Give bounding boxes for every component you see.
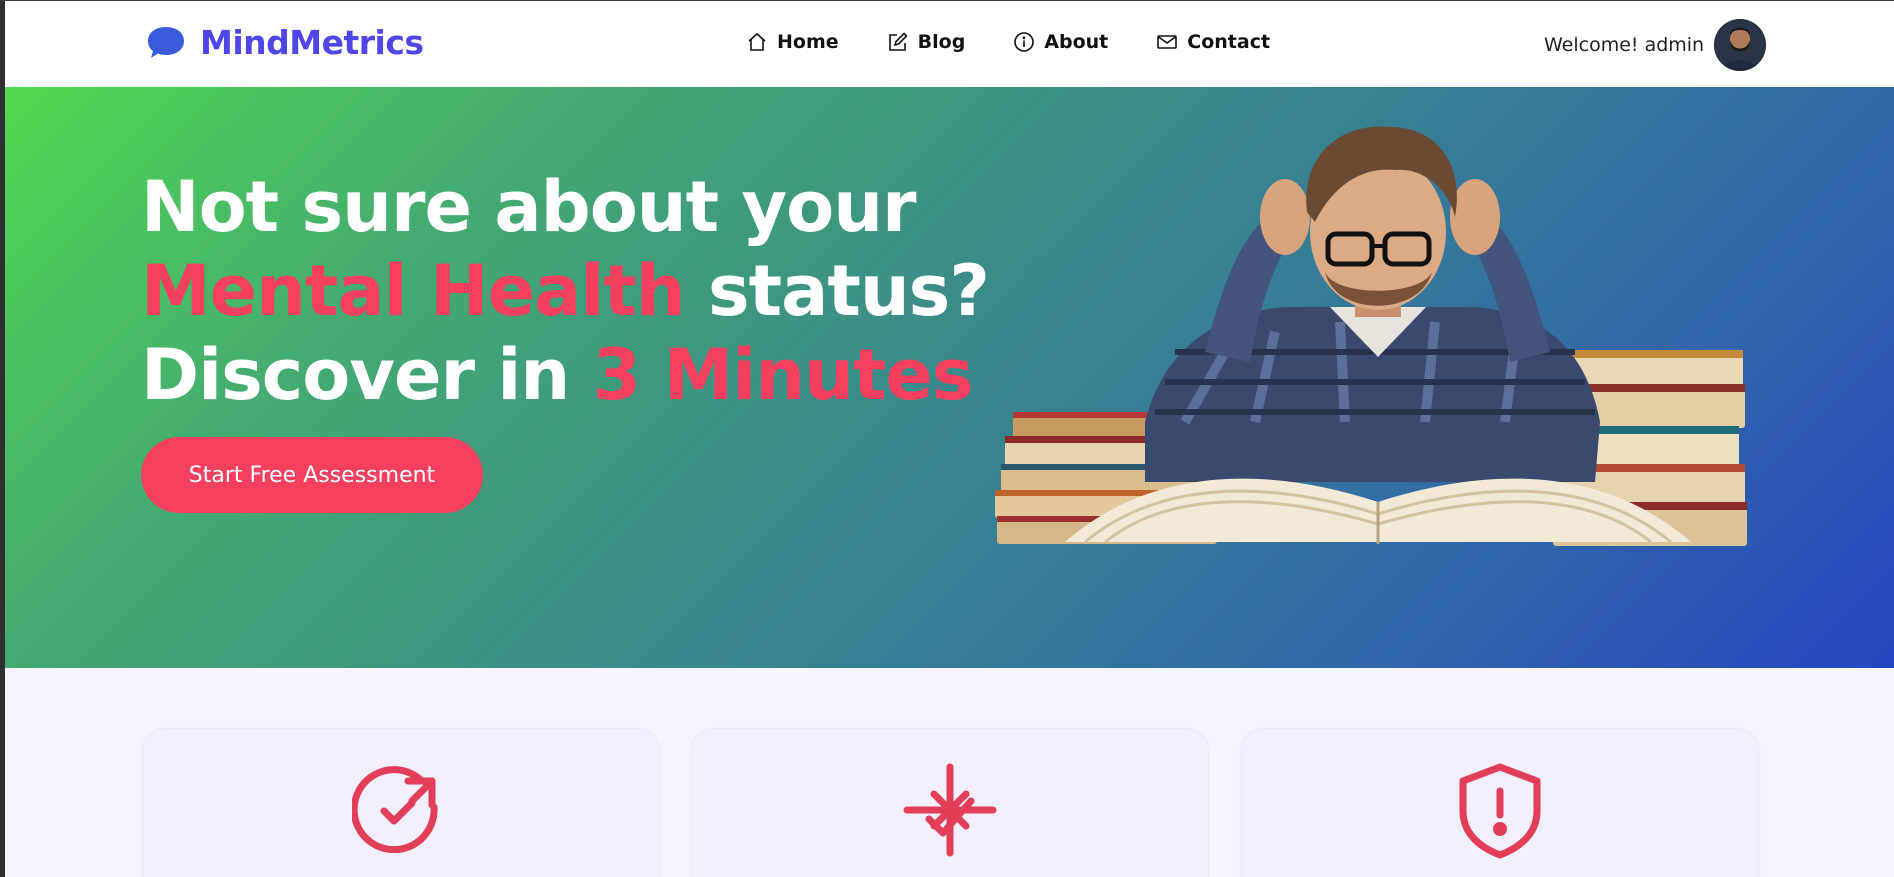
- nav-contact-label: Contact: [1187, 31, 1271, 53]
- hero-headline: Not sure about your Mental Health status…: [141, 165, 990, 417]
- student-figure: [1145, 126, 1600, 482]
- sparkle-check-icon: [903, 763, 997, 857]
- hero-line-2: Mental Health status?: [141, 249, 990, 333]
- shield-alert-icon: [1459, 763, 1541, 859]
- hero-line-1: Not sure about your: [141, 166, 917, 248]
- nav-contact[interactable]: Contact: [1156, 31, 1270, 53]
- stressed-student-illustration: [995, 126, 1747, 546]
- circle-check-arrow-icon: [352, 766, 438, 854]
- info-circle-icon: [1014, 32, 1035, 52]
- start-assessment-button[interactable]: Start Free Assessment: [141, 437, 483, 513]
- top-navbar: MindMetrics Home Blog About Contact Welc…: [5, 1, 1894, 87]
- brand-logo-link[interactable]: MindMetrics: [146, 23, 424, 62]
- welcome-text: Welcome! admin: [1544, 34, 1705, 56]
- hero-line-2-rest: status?: [684, 250, 990, 332]
- hero-line-3: Discover in 3 Minutes: [141, 333, 989, 417]
- feature-card-1: [142, 728, 660, 877]
- hero-accent-3-minutes: 3 Minutes: [592, 334, 974, 416]
- feature-card-3: [1241, 728, 1759, 877]
- nav-blog[interactable]: Blog: [887, 31, 966, 53]
- nav-about-label: About: [1044, 31, 1109, 53]
- hero-line-3-prefix: Discover in: [141, 334, 593, 416]
- hero-accent-mental-health: Mental Health: [141, 250, 686, 332]
- feature-card-2: [691, 728, 1209, 877]
- nav-home-label: Home: [777, 31, 839, 53]
- nav-home[interactable]: Home: [746, 31, 839, 53]
- envelope-icon: [1157, 35, 1178, 49]
- features-section: [5, 668, 1894, 877]
- pencil-square-icon: [888, 32, 908, 51]
- house-icon: [748, 32, 766, 51]
- nav-blog-label: Blog: [917, 31, 966, 53]
- nav-about[interactable]: About: [1013, 31, 1108, 53]
- avatar-image: [1714, 19, 1766, 71]
- brand-name: MindMetrics: [200, 23, 424, 62]
- user-avatar[interactable]: [1714, 19, 1766, 71]
- main-nav: Home Blog About Contact: [746, 31, 1318, 53]
- brain-chat-icon: [148, 26, 184, 58]
- hero-section: Not sure about your Mental Health status…: [5, 87, 1894, 668]
